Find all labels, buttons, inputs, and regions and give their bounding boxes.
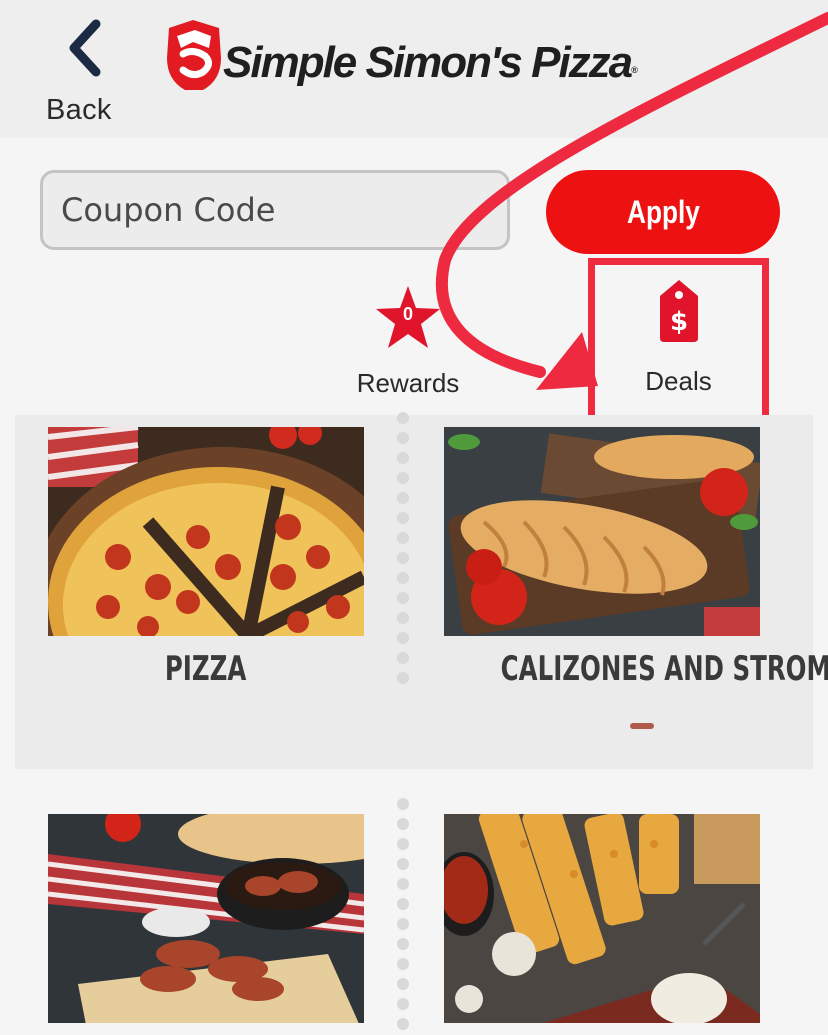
calzones-image [444, 427, 760, 636]
brand-logo-mark [167, 20, 221, 90]
rewards-button[interactable]: 0 Rewards [348, 282, 468, 402]
chevron-left-icon [69, 19, 101, 77]
deals-button[interactable]: $ Deals [600, 270, 757, 410]
rewards-label: Rewards [356, 368, 460, 398]
back-button[interactable]: Back [40, 10, 130, 126]
deals-label: Deals [645, 366, 712, 396]
rewards-count: 0 [402, 304, 413, 324]
carousel-indicator [630, 723, 654, 729]
back-label: Back [46, 94, 112, 126]
category-title: PIZZA [165, 649, 247, 689]
brand-name: Simple Simon's Pizza® [223, 38, 638, 87]
coupon-code-input[interactable] [40, 170, 510, 250]
svg-text:$: $ [670, 307, 688, 337]
column-divider [396, 412, 410, 692]
price-tag-dollar-icon: $ [660, 280, 698, 342]
column-divider [396, 798, 410, 1035]
apply-button[interactable]: Apply [546, 170, 780, 254]
category-title: CALIZONES AND STROMBOLI [500, 649, 828, 689]
apply-button-label: Apply [626, 193, 700, 230]
brand-logo: Simple Simon's Pizza® [163, 18, 683, 98]
wings-image [48, 814, 364, 1023]
screen: Back Simple Simon's Pizza® Apply 0 Rewar… [0, 0, 828, 1035]
header: Back Simple Simon's Pizza® [0, 0, 828, 138]
pizza-image [48, 427, 364, 636]
breadsticks-image [444, 814, 760, 1023]
